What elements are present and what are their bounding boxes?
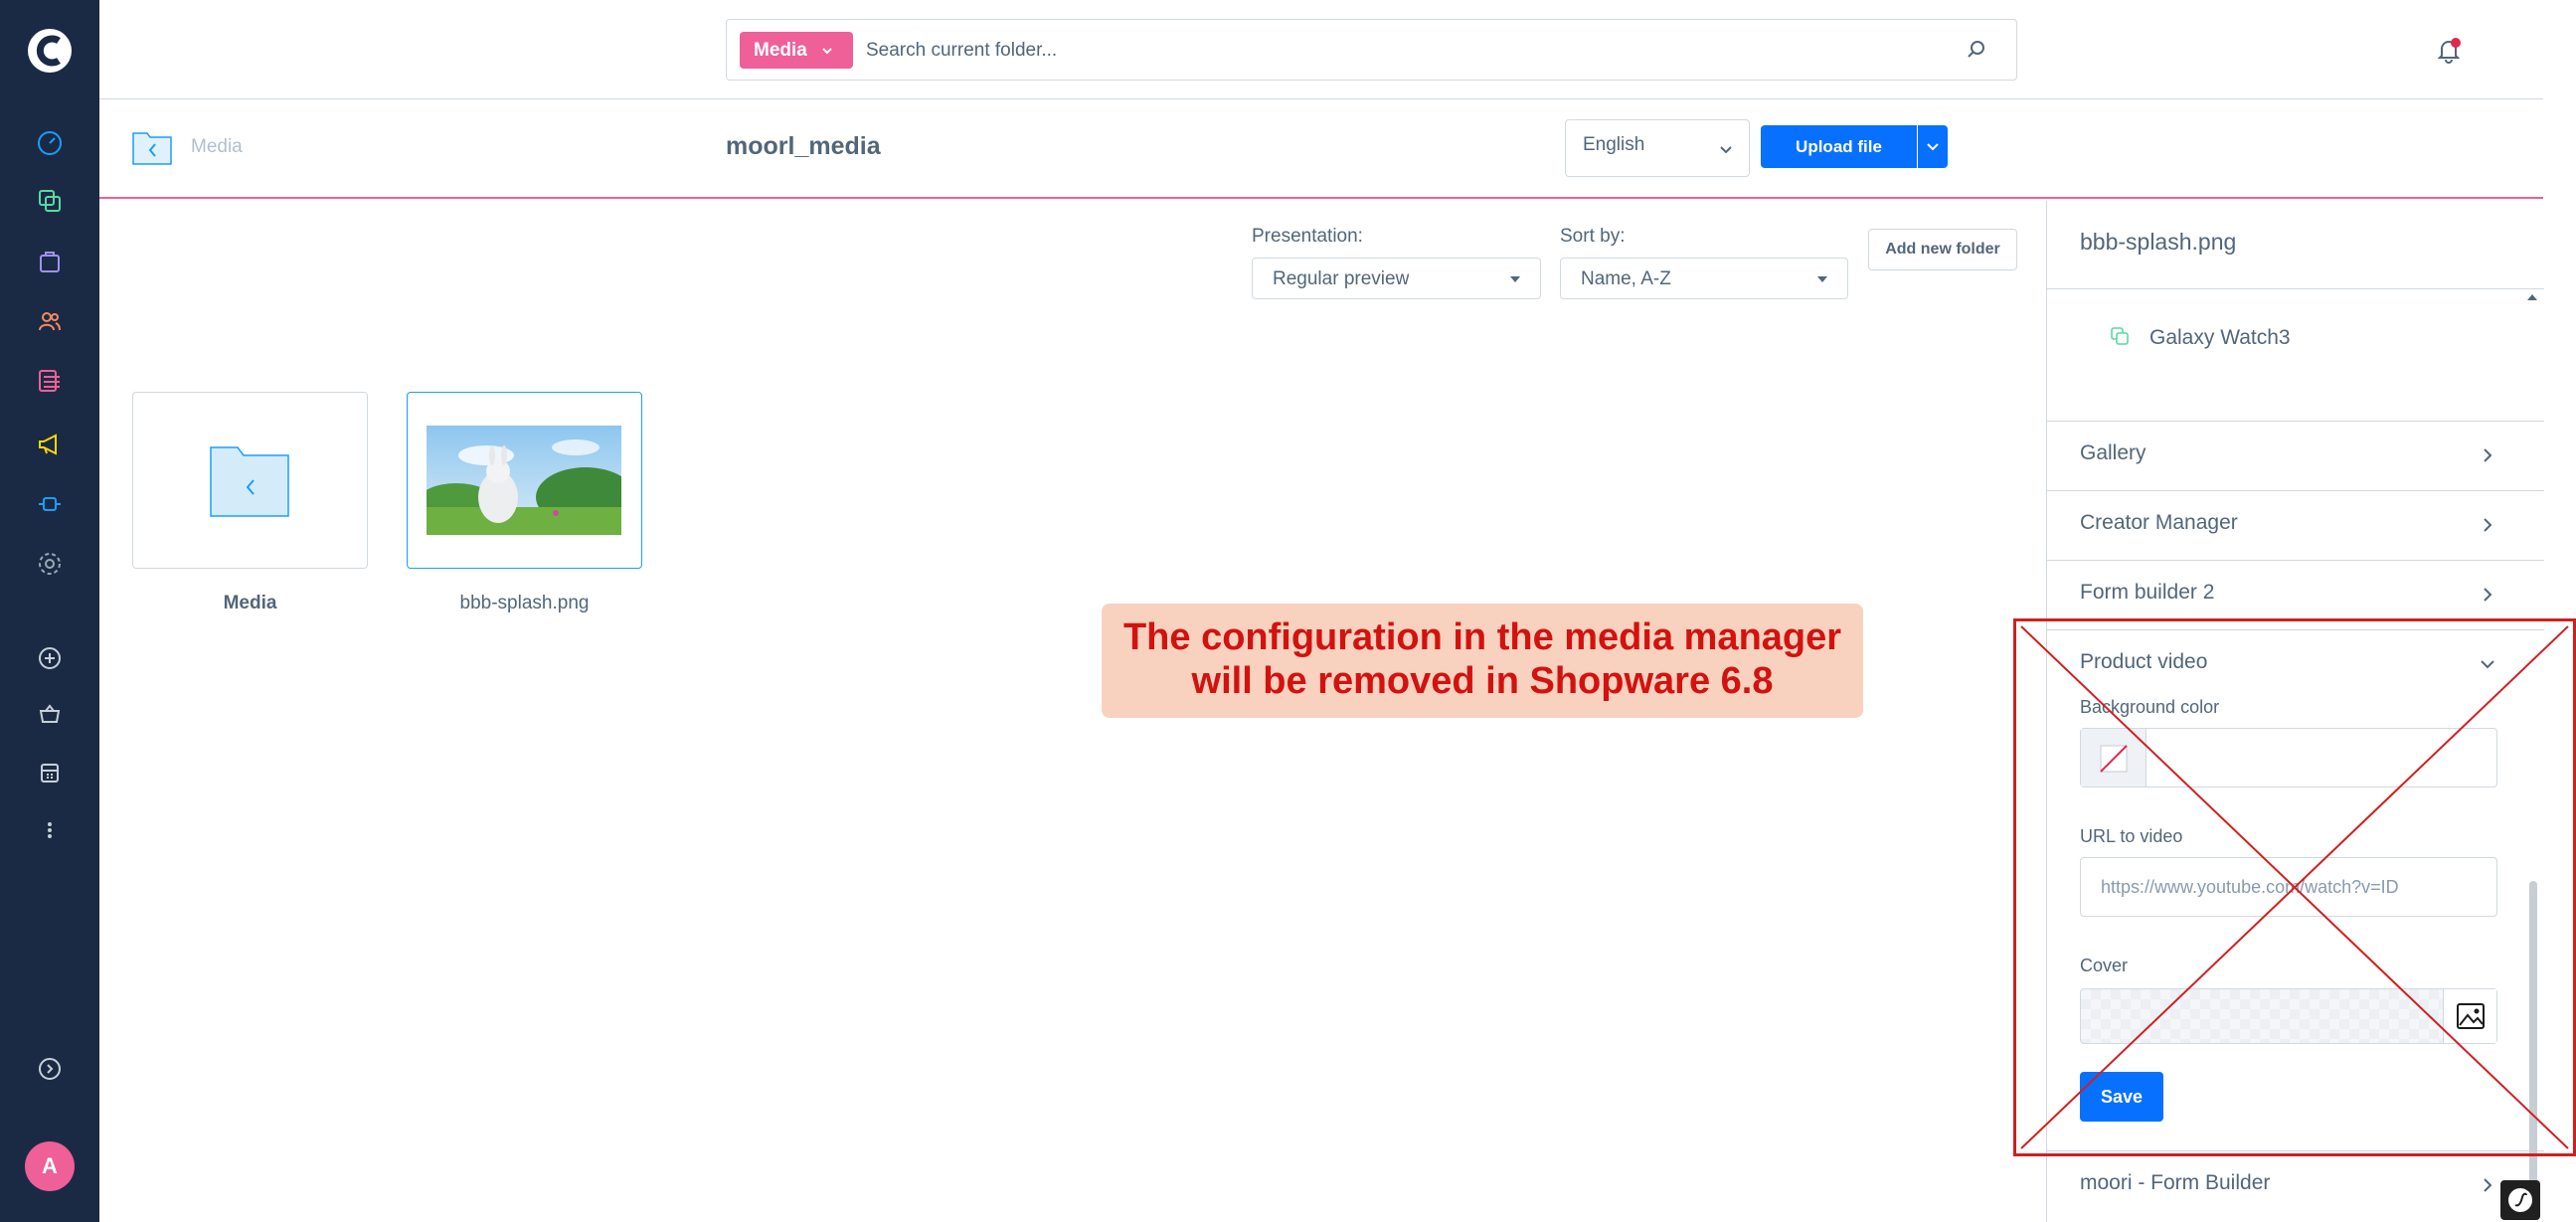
- sort-label: Sort by:: [1560, 226, 1626, 247]
- shopware-logo[interactable]: [25, 26, 75, 76]
- language-select[interactable]: English: [1565, 119, 1750, 177]
- accordion-label: Product video: [2080, 650, 2208, 673]
- media-item-label: bbb-splash.png: [459, 593, 590, 613]
- accordion-form-builder[interactable]: moori - Form Builder: [2047, 1150, 2544, 1220]
- url-label: URL to video: [2080, 826, 2183, 846]
- search-type-pill[interactable]: Media: [740, 32, 853, 69]
- chevron-down-icon: [2481, 660, 2494, 669]
- cover-label: Cover: [2080, 956, 2129, 975]
- media-item-card[interactable]: [407, 392, 642, 569]
- chevron-right-icon: [2484, 448, 2492, 462]
- upload-file-button[interactable]: Upload file: [1761, 125, 1917, 168]
- chevron-right-icon: [2484, 1178, 2492, 1192]
- image-icon: [2456, 1003, 2485, 1029]
- accordion-form-builder-2[interactable]: Form builder 2: [2047, 560, 2544, 629]
- chevron-right-icon: [2484, 518, 2492, 532]
- search-input[interactable]: [866, 32, 1940, 69]
- symfony-icon[interactable]: [2500, 1180, 2540, 1220]
- bell-icon[interactable]: [2434, 36, 2464, 66]
- more-icon[interactable]: [35, 815, 65, 845]
- image-thumbnail: [427, 426, 621, 535]
- add-icon[interactable]: [35, 643, 65, 673]
- dashboard-icon[interactable]: [35, 128, 65, 158]
- sidebar-title: bbb-splash.png: [2080, 229, 2237, 255]
- basket-icon[interactable]: [35, 699, 65, 729]
- expand-icon[interactable]: [35, 1054, 65, 1084]
- search-icon[interactable]: [1965, 38, 1988, 62]
- cover-field[interactable]: [2080, 988, 2497, 1044]
- search-bar: Media: [726, 19, 2017, 81]
- chevron-down-icon: [1817, 276, 1827, 282]
- page-header: Media moorl_media English Upload file: [99, 99, 2543, 199]
- chevron-down-icon: [822, 47, 832, 54]
- presentation-select[interactable]: Regular preview: [1252, 258, 1541, 299]
- folder-back-icon[interactable]: [132, 127, 172, 165]
- linked-product[interactable]: Galaxy Watch3: [2149, 326, 2291, 350]
- search-type-label: Media: [754, 39, 807, 61]
- scroll-up-icon[interactable]: [2525, 290, 2539, 304]
- add-new-folder-button[interactable]: Add new folder: [1868, 229, 2017, 270]
- deprecation-notice: The configuration in the media manager w…: [1102, 604, 1863, 718]
- orders-icon[interactable]: [35, 247, 65, 276]
- divider: [2047, 288, 2544, 289]
- breadcrumb[interactable]: Media: [191, 136, 243, 158]
- accordion-label: Form builder 2: [2080, 581, 2215, 604]
- media-content: Presentation: Regular preview Sort by: N…: [99, 201, 2046, 1222]
- product-icon: [2111, 327, 2129, 345]
- accordion-gallery[interactable]: Gallery: [2047, 421, 2544, 490]
- customers-icon[interactable]: [35, 306, 65, 336]
- avatar[interactable]: A: [25, 1141, 75, 1191]
- presentation-value: Regular preview: [1273, 268, 1410, 289]
- catalogues-icon[interactable]: [35, 186, 65, 216]
- accordion-creator-manager[interactable]: Creator Manager: [2047, 490, 2544, 560]
- accordion-product-video[interactable]: Product video: [2047, 629, 2544, 699]
- notice-line-2: will be removed in Shopware 6.8: [1191, 660, 1774, 702]
- video-url-input[interactable]: [2080, 857, 2497, 917]
- color-swatch[interactable]: [2081, 729, 2147, 786]
- parent-folder-card[interactable]: [132, 392, 368, 569]
- app: A Media Media moorl_media English Upload…: [0, 0, 2576, 1222]
- page-title: moorl_media: [726, 132, 881, 160]
- sort-value: Name, A-Z: [1581, 268, 1671, 289]
- accordion-label: Creator Manager: [2080, 511, 2238, 534]
- sidebar-scrollbar[interactable]: [2529, 881, 2537, 1201]
- store-icon[interactable]: [35, 758, 65, 787]
- cover-select-button[interactable]: [2443, 989, 2496, 1043]
- marketing-icon[interactable]: [35, 430, 65, 459]
- top-bar: Media: [99, 0, 2543, 99]
- background-color-label: Background color: [2080, 697, 2220, 717]
- empty-color-icon: [2100, 745, 2128, 773]
- save-button[interactable]: Save: [2080, 1072, 2163, 1122]
- notice-line-1: The configuration in the media manager: [1122, 616, 1842, 658]
- chevron-right-icon: [2484, 588, 2492, 602]
- extensions-icon[interactable]: [35, 489, 65, 519]
- upload-options-button[interactable]: [1918, 125, 1948, 168]
- settings-icon[interactable]: [35, 549, 65, 579]
- accordion-label: moori - Form Builder: [2080, 1171, 2271, 1194]
- folder-label: Media: [223, 593, 277, 613]
- language-value: English: [1583, 134, 1645, 155]
- presentation-label: Presentation:: [1252, 226, 1363, 247]
- accordion-label: Gallery: [2080, 441, 2147, 464]
- media-sidebar: bbb-splash.png Galaxy Watch3 Gallery Cre…: [2046, 201, 2544, 1222]
- content-icon[interactable]: [35, 366, 65, 396]
- left-navigation: A: [0, 0, 99, 1222]
- folder-back-icon: [210, 446, 289, 517]
- chevron-down-icon: [1720, 146, 1732, 154]
- sort-select[interactable]: Name, A-Z: [1560, 258, 1848, 299]
- background-color-field[interactable]: [2080, 728, 2497, 787]
- chevron-down-icon: [1510, 276, 1520, 282]
- chevron-down-icon: [1927, 142, 1939, 150]
